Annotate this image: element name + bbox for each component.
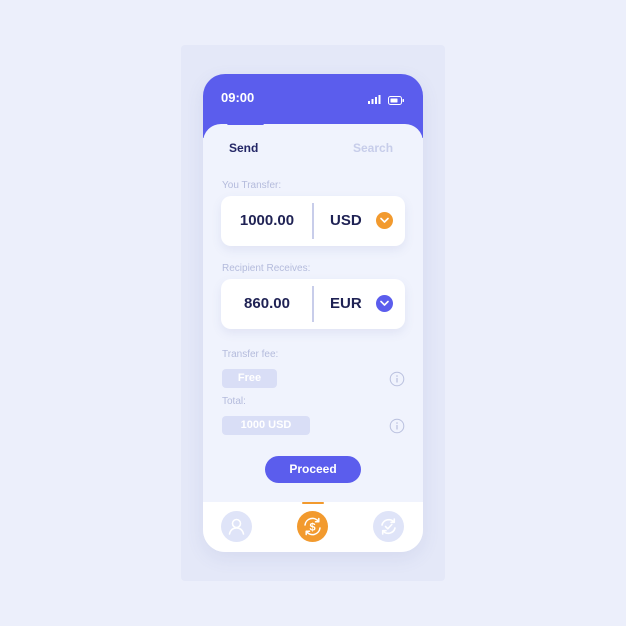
transfer-label: You Transfer:	[222, 180, 282, 191]
receive-currency[interactable]: EUR	[330, 295, 362, 312]
receive-amount-field[interactable]: 860.00 EUR	[221, 279, 405, 329]
fee-label: Transfer fee:	[222, 349, 279, 360]
amount-divider	[312, 203, 314, 239]
total-badge: 1000 USD	[222, 416, 310, 435]
battery-icon	[388, 92, 405, 110]
tab-send[interactable]: Send	[229, 141, 258, 155]
total-label: Total:	[222, 396, 246, 407]
tab-active-indicator	[227, 122, 264, 125]
bottom-nav: $	[203, 502, 423, 552]
info-icon[interactable]	[389, 371, 405, 392]
user-icon[interactable]	[221, 511, 252, 542]
refresh-icon[interactable]	[373, 511, 404, 542]
chevron-down-icon[interactable]	[376, 212, 393, 229]
proceed-button[interactable]: Proceed	[265, 456, 361, 483]
amount-divider	[312, 286, 314, 322]
nav-active-indicator	[302, 502, 324, 504]
phone-screen: 09:00 Send Search You Transfer: 1000.00 …	[203, 74, 423, 552]
transfer-amount-input[interactable]: 1000.00	[221, 212, 313, 229]
signal-icon	[368, 91, 381, 109]
receive-label: Recipient Receives:	[222, 263, 311, 274]
status-time: 09:00	[221, 90, 255, 105]
info-icon[interactable]	[389, 418, 405, 439]
transfer-amount-field[interactable]: 1000.00 USD	[221, 196, 405, 246]
receive-amount-input[interactable]: 860.00	[221, 295, 313, 312]
chevron-down-icon[interactable]	[376, 295, 393, 312]
svg-text:$: $	[309, 522, 315, 534]
fee-badge: Free	[222, 369, 277, 388]
dollar-exchange-icon[interactable]: $	[297, 511, 328, 542]
tab-search[interactable]: Search	[353, 141, 393, 155]
transfer-currency[interactable]: USD	[330, 212, 362, 229]
